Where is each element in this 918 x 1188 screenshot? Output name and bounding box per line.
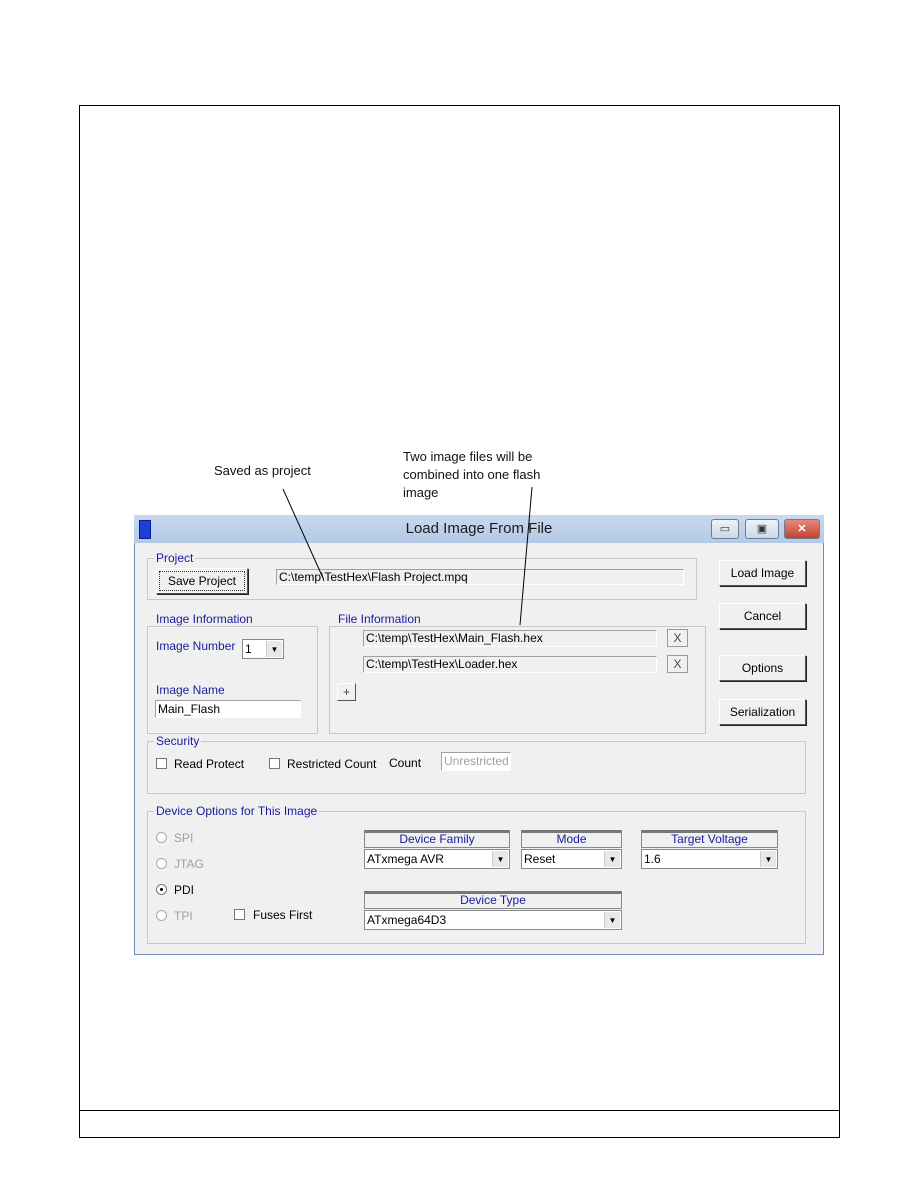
callout-lines: [282, 486, 533, 626]
callout-line-files: [519, 486, 533, 626]
callout-line-project: [282, 488, 324, 579]
